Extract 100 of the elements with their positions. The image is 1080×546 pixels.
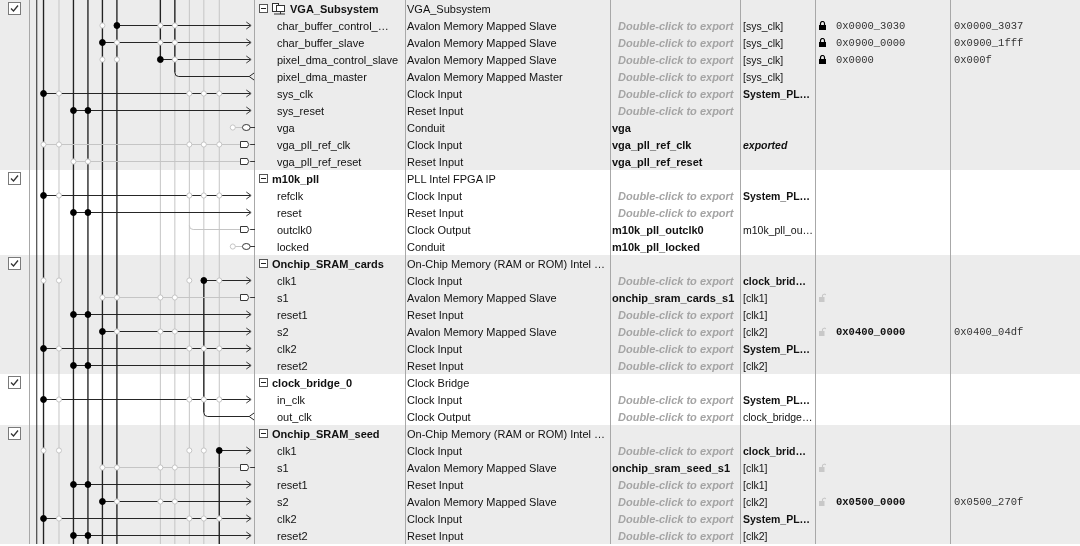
connection-wire[interactable] (174, 72, 255, 81)
padlock-icon[interactable] (819, 38, 826, 47)
connection-wire[interactable] (99, 55, 252, 64)
export-hint[interactable]: Double-click to export (618, 478, 734, 491)
export-hint[interactable]: Double-click to export (618, 189, 734, 202)
connection-wire[interactable] (203, 412, 255, 421)
port-description: Conduit (407, 121, 445, 134)
port-description: Reset Input (407, 359, 464, 372)
export-hint[interactable]: Double-click to export (618, 70, 734, 83)
connection-wire[interactable] (70, 208, 252, 217)
port-name: vga_pll_ref_clk (277, 138, 351, 151)
port-description: Clock Output (407, 223, 471, 236)
base-address: 0x0500_0000 (836, 495, 906, 508)
port-name: in_clk (277, 393, 306, 406)
port-name: vga (277, 121, 295, 134)
export-hint[interactable]: Double-click to export (618, 342, 734, 355)
connection-wire[interactable] (99, 497, 252, 506)
padlock-icon[interactable] (819, 21, 826, 30)
connection-wire[interactable] (40, 514, 252, 523)
export-hint[interactable]: Double-click to export (618, 206, 734, 219)
collapse-icon[interactable] (259, 259, 268, 268)
checkbox[interactable] (8, 376, 21, 389)
connection-wire[interactable] (70, 531, 252, 540)
export-hint[interactable]: Double-click to export (618, 87, 734, 100)
export-hint[interactable]: Double-click to export (618, 444, 734, 457)
clock-label: clock_brid… (743, 274, 807, 287)
port-description: Reset Input (407, 155, 464, 168)
export-hint[interactable]: Double-click to export (618, 19, 734, 32)
connection-wire[interactable] (40, 276, 252, 285)
export-name[interactable]: m10k_pll_outclk0 (612, 223, 704, 236)
clock-label: clock_bridge… (743, 410, 813, 423)
port-name: reset1 (277, 308, 308, 321)
port-name: reset (277, 206, 302, 219)
connection-wire[interactable] (40, 344, 252, 353)
connection-wire[interactable] (99, 294, 255, 301)
export-hint[interactable]: Double-click to export (618, 529, 734, 542)
port-description: Avalon Memory Mapped Slave (407, 19, 557, 32)
export-hint[interactable]: Double-click to export (618, 512, 734, 525)
connection-wire[interactable] (188, 225, 255, 233)
export-hint[interactable]: Double-click to export (618, 104, 734, 117)
connection-wire[interactable] (99, 327, 252, 336)
port-description: Avalon Memory Mapped Slave (407, 495, 557, 508)
connection-wire[interactable] (40, 89, 252, 98)
connection-wire[interactable] (40, 395, 252, 404)
connection-wire[interactable] (70, 106, 252, 115)
export-hint[interactable]: Double-click to export (618, 359, 734, 372)
connection-wire[interactable] (70, 158, 255, 165)
port-description: Clock Input (407, 512, 463, 525)
port-description: Clock Input (407, 393, 463, 406)
port-name: reset2 (277, 529, 308, 542)
module-name: Onchip_SRAM_cards (272, 257, 384, 270)
export-hint[interactable]: Double-click to export (618, 325, 734, 338)
collapse-icon[interactable] (259, 174, 268, 183)
end-address: 0x0500_270f (954, 495, 1024, 508)
connection-wire[interactable] (99, 464, 255, 471)
collapse-icon[interactable] (259, 4, 268, 13)
checkbox[interactable] (8, 172, 21, 185)
export-hint[interactable]: Double-click to export (618, 410, 734, 423)
module-description: PLL Intel FPGA IP (407, 172, 496, 185)
export-name[interactable]: vga (612, 121, 631, 134)
checkbox[interactable] (8, 2, 21, 15)
port-name: s1 (277, 291, 289, 304)
port-description: Avalon Memory Mapped Slave (407, 291, 557, 304)
connection-wire[interactable] (70, 310, 252, 319)
base-address: 0x0000 (836, 53, 874, 66)
checkbox[interactable] (8, 427, 21, 440)
export-name[interactable]: vga_pll_ref_reset (612, 155, 703, 168)
clock-label: exported (743, 138, 788, 151)
port-name: s1 (277, 461, 289, 474)
clock-label: System_PL… (743, 512, 811, 525)
clock-label: [sys_clk] (743, 70, 784, 83)
connection-wire[interactable] (99, 38, 252, 47)
connection-wire[interactable] (40, 446, 252, 455)
module-name: Onchip_SRAM_seed (272, 427, 380, 440)
port-description: Clock Input (407, 444, 463, 457)
export-hint[interactable]: Double-click to export (618, 53, 734, 66)
checkbox[interactable] (8, 257, 21, 270)
export-hint[interactable]: Double-click to export (618, 274, 734, 287)
connection-wire[interactable] (229, 243, 255, 250)
port-description: Avalon Memory Mapped Master (407, 70, 563, 83)
export-hint[interactable]: Double-click to export (618, 36, 734, 49)
padlock-icon[interactable] (819, 55, 826, 64)
export-hint[interactable]: Double-click to export (618, 308, 734, 321)
export-hint[interactable]: Double-click to export (618, 495, 734, 508)
clock-label: [sys_clk] (743, 53, 784, 66)
export-name[interactable]: vga_pll_ref_clk (612, 138, 692, 151)
connection-wire[interactable] (70, 480, 252, 489)
export-name[interactable]: m10k_pll_locked (612, 240, 701, 253)
connection-wire[interactable] (70, 361, 252, 370)
export-name[interactable]: onchip_sram_cards_s1 (612, 291, 735, 304)
export-name[interactable]: onchip_sram_seed_s1 (612, 461, 730, 474)
collapse-icon[interactable] (259, 429, 268, 438)
port-description: Avalon Memory Mapped Slave (407, 36, 557, 49)
connection-wire[interactable] (99, 21, 252, 30)
port-name: sys_clk (277, 87, 314, 100)
export-hint[interactable]: Double-click to export (618, 393, 734, 406)
collapse-icon[interactable] (259, 378, 268, 387)
connection-wire[interactable] (229, 124, 255, 131)
connection-wire[interactable] (40, 141, 255, 148)
connection-wire[interactable] (40, 191, 252, 200)
